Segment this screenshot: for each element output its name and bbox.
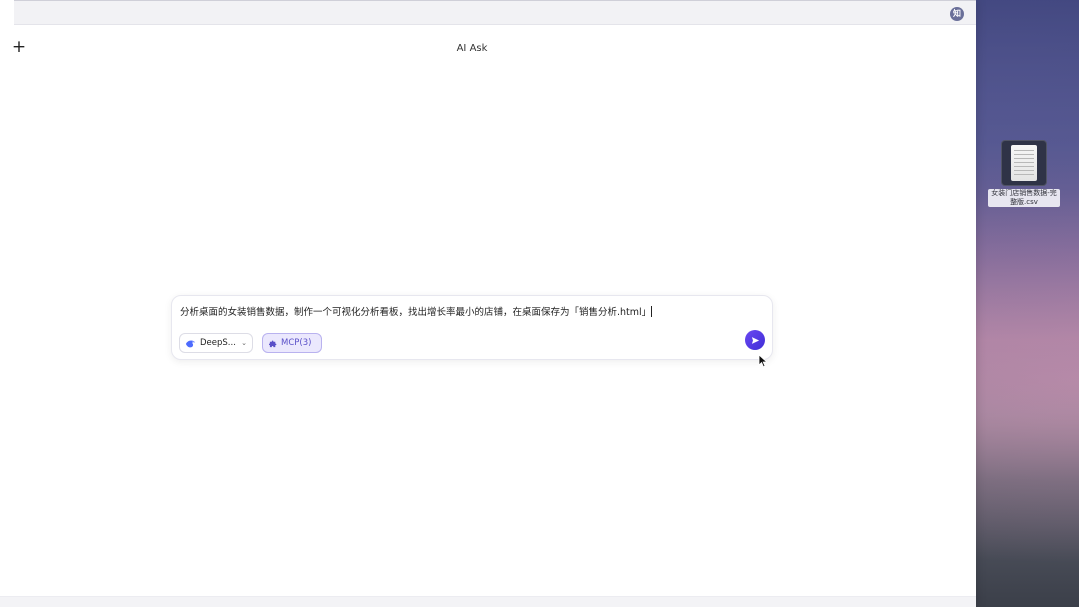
model-label: DeepS... bbox=[200, 338, 236, 348]
app-window: 知 + AI Ask 分析桌面的女装销售数据，制作一个可视化分析看板，找出增长率… bbox=[0, 0, 976, 607]
page-title: AI Ask bbox=[456, 43, 488, 54]
mcp-label: MCP(3) bbox=[281, 338, 312, 348]
model-select[interactable]: DeepS... ⌄ bbox=[179, 333, 253, 353]
window-bottom-bar bbox=[0, 596, 976, 607]
text-caret bbox=[651, 306, 653, 317]
prompt-text: 分析桌面的女装销售数据，制作一个可视化分析看板，找出增长率最小的店铺，在桌面保存… bbox=[180, 307, 652, 318]
spreadsheet-preview bbox=[1011, 145, 1037, 181]
chat-composer: 分析桌面的女装销售数据，制作一个可视化分析看板，找出增长率最小的店铺，在桌面保存… bbox=[171, 295, 773, 360]
csv-file-icon bbox=[1001, 140, 1047, 186]
deepseek-whale-icon bbox=[185, 339, 196, 347]
desktop-file-label: 女装门店销售数据-完整版.csv bbox=[988, 189, 1060, 207]
mouse-cursor-icon bbox=[758, 354, 768, 368]
chevron-down-icon: ⌄ bbox=[241, 339, 247, 347]
mcp-tools-button[interactable]: MCP(3) bbox=[262, 333, 322, 353]
window-top-strip: 知 bbox=[14, 0, 976, 25]
prompt-input[interactable]: 分析桌面的女装销售数据，制作一个可视化分析看板，找出增长率最小的店铺，在桌面保存… bbox=[180, 306, 740, 319]
app-badge-icon[interactable]: 知 bbox=[950, 7, 964, 21]
puzzle-icon bbox=[269, 340, 277, 347]
send-arrow-icon bbox=[751, 336, 759, 344]
desktop-file-icon[interactable]: 女装门店销售数据-完整版.csv bbox=[988, 140, 1060, 208]
send-button[interactable] bbox=[745, 330, 765, 350]
